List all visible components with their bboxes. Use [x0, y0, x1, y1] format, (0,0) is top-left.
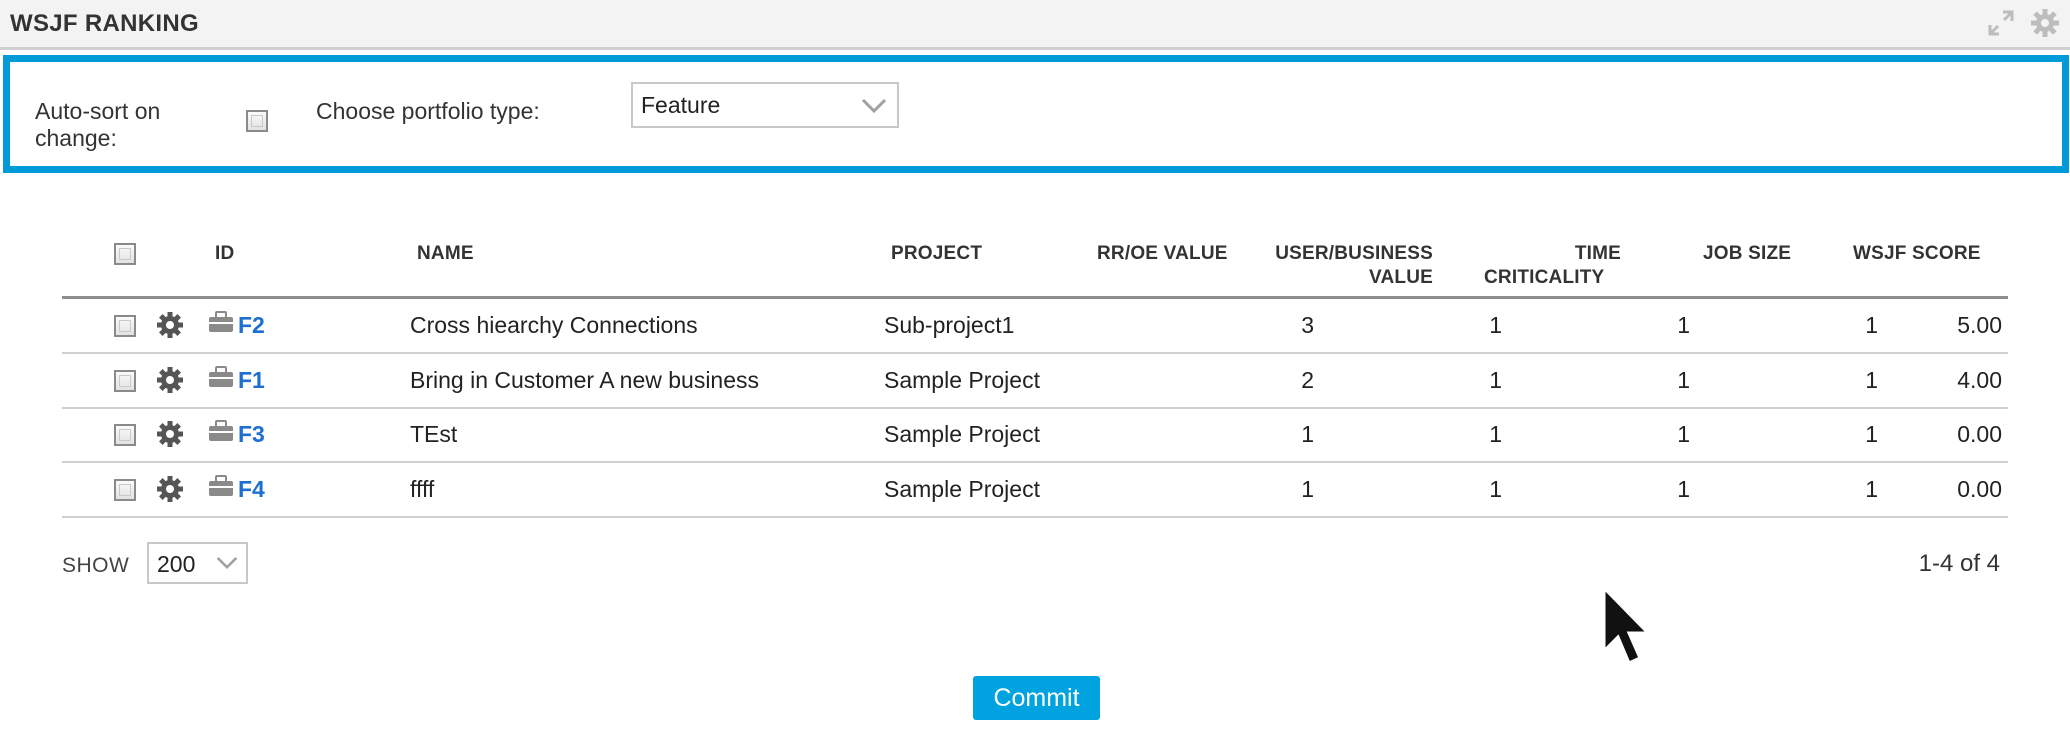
table-row[interactable]: F1 Bring in Customer A new business Sample…: [62, 354, 2008, 409]
filter-panel: Auto-sort on change: Choose portfolio ty…: [3, 55, 2069, 173]
row-time-criticality: 1: [1677, 476, 1690, 502]
gear-icon[interactable]: [155, 419, 185, 449]
row-wsjf-score: 5.00: [1957, 312, 2002, 338]
autosort-label: Auto-sort on change:: [35, 98, 161, 151]
row-wsjf-score: 4.00: [1957, 367, 2002, 393]
row-time-criticality: 1: [1677, 367, 1690, 393]
briefcase-icon: [209, 311, 233, 332]
portfolio-type-select[interactable]: Feature: [631, 82, 899, 128]
page-size-select[interactable]: 200: [147, 542, 248, 584]
briefcase-icon: [209, 366, 233, 387]
row-time-criticality: 1: [1677, 312, 1690, 338]
row-user-business-value: 1: [1489, 421, 1502, 447]
row-rroe-value: 3: [1301, 312, 1314, 338]
select-all-checkbox[interactable]: [114, 243, 136, 265]
pagination-range: 1-4 of 4: [1918, 550, 2000, 577]
gear-icon[interactable]: [155, 365, 185, 395]
chevron-down-icon: [861, 98, 887, 114]
briefcase-icon: [209, 475, 233, 496]
column-header-rroe-value[interactable]: RR/OE VALUE: [1097, 242, 1228, 266]
page-size-value: 200: [157, 551, 196, 577]
column-header-wsjf-score[interactable]: WSJF SCORE: [1853, 242, 1981, 266]
row-name: Cross hiearchy Connections: [410, 312, 698, 338]
row-name: TEst: [410, 421, 458, 447]
table-row[interactable]: F4 ffff Sample Project 1 1 1 1 0.00: [62, 463, 2008, 518]
row-id-link[interactable]: F3: [238, 421, 265, 448]
row-checkbox[interactable]: [114, 424, 136, 446]
gear-icon[interactable]: [155, 474, 185, 504]
portfolio-type-value: Feature: [641, 92, 721, 118]
row-id-link[interactable]: F2: [238, 312, 265, 339]
row-project: Sample Project: [884, 367, 1040, 393]
row-checkbox[interactable]: [114, 370, 136, 392]
chevron-down-icon: [216, 557, 238, 570]
autosort-checkbox[interactable]: [246, 110, 268, 132]
commit-button[interactable]: Commit: [973, 676, 1100, 720]
column-header-time-criticality[interactable]: TIME CRITICALITY: [1484, 242, 1621, 290]
briefcase-icon: [209, 420, 233, 441]
portfolio-type-label: Choose portfolio type:: [316, 98, 540, 124]
column-header-user-business-value[interactable]: USER/BUSINESS VALUE: [1250, 242, 1433, 290]
header-line-2: CRITICALITY: [1484, 267, 1605, 288]
row-id-link[interactable]: F4: [238, 476, 265, 503]
gear-icon[interactable]: [2030, 8, 2060, 38]
row-rroe-value: 1: [1301, 421, 1314, 447]
column-header-name[interactable]: NAME: [417, 242, 474, 266]
row-project: Sample Project: [884, 476, 1040, 502]
column-header-project[interactable]: PROJECT: [891, 242, 982, 266]
row-checkbox[interactable]: [114, 479, 136, 501]
column-header-id[interactable]: ID: [215, 242, 234, 266]
header-line-1: TIME: [1574, 243, 1621, 264]
panel-title: WSJF RANKING: [10, 10, 199, 37]
expand-icon[interactable]: [1986, 8, 2016, 38]
row-wsjf-score: 0.00: [1957, 421, 2002, 447]
row-rroe-value: 1: [1301, 476, 1314, 502]
header-line-1: USER/BUSINESS: [1275, 243, 1433, 264]
row-id-link[interactable]: F1: [238, 367, 265, 394]
table-row[interactable]: F3 TEst Sample Project 1 1 1 1 0.00: [62, 408, 2008, 463]
column-header-job-size[interactable]: JOB SIZE: [1703, 242, 1791, 266]
row-wsjf-score: 0.00: [1957, 476, 2002, 502]
row-checkbox[interactable]: [114, 315, 136, 337]
show-label: SHOW: [62, 554, 130, 577]
panel-header: WSJF RANKING: [0, 0, 2070, 50]
row-name: ffff: [410, 476, 435, 502]
gear-icon[interactable]: [155, 310, 185, 340]
row-user-business-value: 1: [1489, 367, 1502, 393]
row-project: Sample Project: [884, 421, 1040, 447]
row-user-business-value: 1: [1489, 312, 1502, 338]
row-project: Sub-project1: [884, 312, 1015, 338]
mouse-cursor-icon: [1602, 585, 1652, 666]
row-time-criticality: 1: [1677, 421, 1690, 447]
row-name: Bring in Customer A new business: [410, 367, 760, 393]
header-line-2: VALUE: [1369, 267, 1433, 288]
row-user-business-value: 1: [1489, 476, 1502, 502]
table-row[interactable]: F2 Cross hiearchy Connections Sub-project1…: [62, 299, 2008, 354]
row-rroe-value: 2: [1301, 367, 1314, 393]
